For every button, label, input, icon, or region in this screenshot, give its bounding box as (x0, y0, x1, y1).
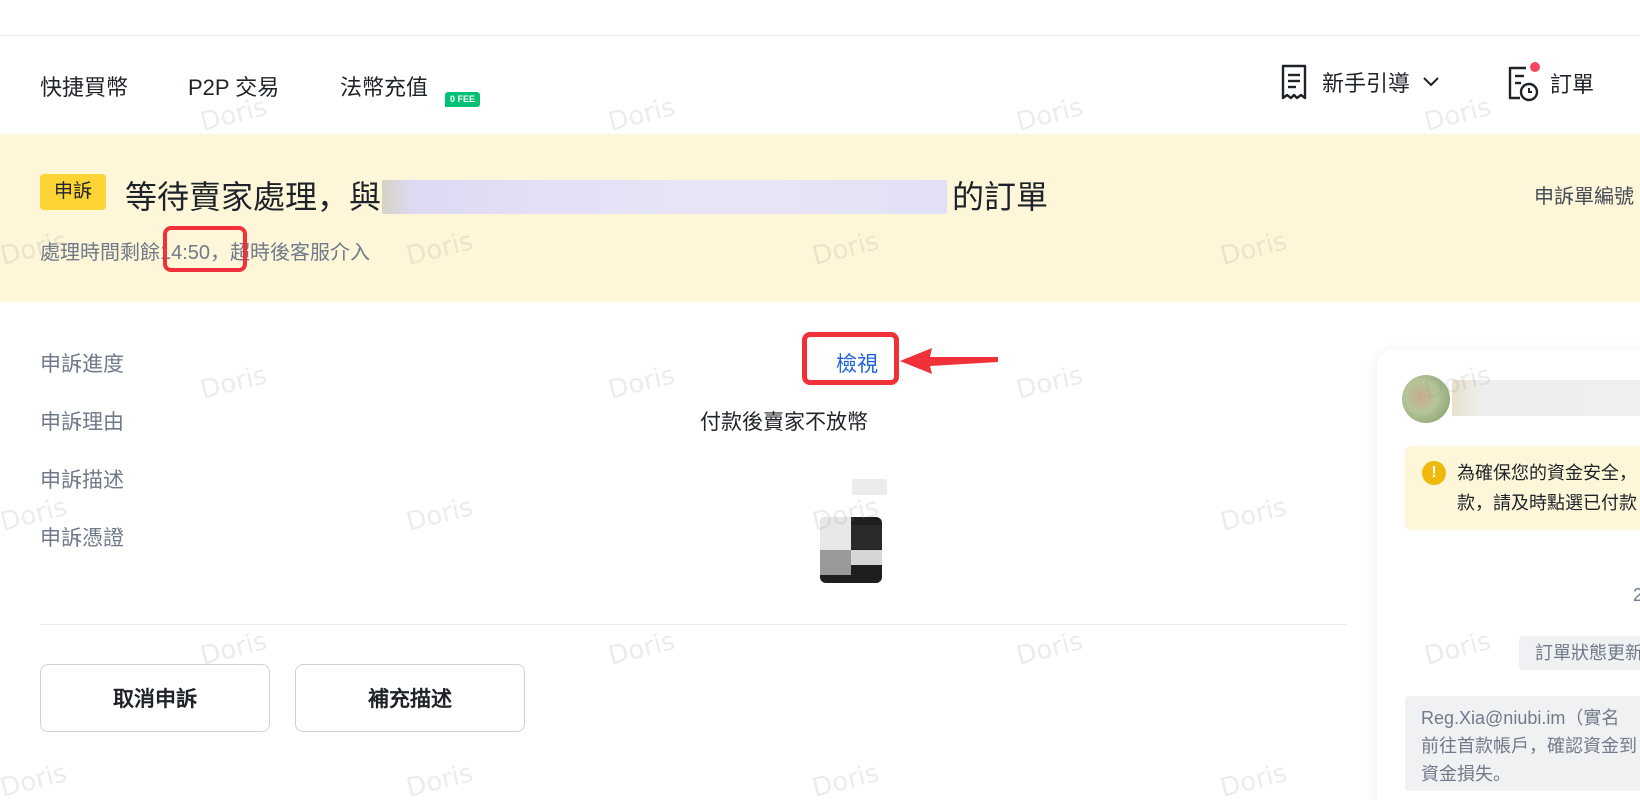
watermark: Doris (0, 758, 71, 800)
watermark: Doris (1217, 758, 1291, 800)
banner-title-suffix: 的訂單 (952, 179, 1049, 215)
timer-highlight-box (163, 226, 247, 272)
page: 快捷買幣 P2P 交易 法幣充值 0 FEE 新手引導 訂單 申訴 等待賣家處理… (0, 0, 1640, 800)
watermark: Doris (605, 626, 679, 672)
chat-panel: ! 為確保您的資金安全， 款，請及時點選已付款 2 訂單狀態更新 Reg.Xia… (1377, 350, 1640, 800)
watermark: Doris (197, 360, 271, 406)
guide-label: 新手引導 (1322, 71, 1411, 96)
reason-label: 申訴理由 (40, 411, 124, 434)
system-message: Reg.Xia@niubi.im（實名 前往首款帳戶，確認資金到 資金損失。 (1405, 696, 1640, 791)
nav-p2p[interactable]: P2P 交易 (188, 70, 279, 102)
watermark: Doris (605, 360, 679, 406)
watermark: Doris (1013, 360, 1087, 406)
orders-menu[interactable]: 訂單 (1506, 64, 1594, 102)
guide-menu[interactable]: 新手引導 (1280, 64, 1440, 100)
evidence-label: 申訴憑證 (40, 527, 124, 550)
chat-timestamp: 2 (1633, 585, 1640, 605)
avatar (1402, 375, 1450, 423)
supplement-description-button[interactable]: 補充描述 (295, 664, 525, 732)
redacted-description (852, 479, 887, 495)
progress-label: 申訴進度 (40, 353, 124, 376)
appeal-banner: 申訴 等待賣家處理，與 的訂單 申訴單編號 處理時間剩餘14:50，超時後客服介… (0, 134, 1640, 302)
banner-title-prefix: 等待賣家處理，與 (125, 179, 382, 215)
redacted-counterparty (382, 180, 947, 214)
appeal-tag: 申訴 (40, 174, 107, 210)
cancel-appeal-button[interactable]: 取消申訴 (40, 664, 270, 732)
view-highlight-box (802, 332, 899, 385)
watermark: Doris (809, 758, 883, 800)
nav-quick-buy[interactable]: 快捷買幣 (40, 70, 128, 102)
notification-dot (1530, 62, 1540, 72)
orders-label: 訂單 (1550, 72, 1595, 97)
nav-fiat-deposit[interactable]: 法幣充值 (340, 70, 428, 102)
reason-value: 付款後賣家不放幣 (700, 411, 868, 434)
fee-badge: 0 FEE (445, 92, 481, 107)
watermark: Doris (1217, 492, 1291, 538)
warning-text: 為確保您的資金安全， 款，請及時點選已付款 (1457, 463, 1637, 513)
watermark: Doris (1013, 626, 1087, 672)
order-status-update: 訂單狀態更新 (1519, 636, 1640, 670)
warning-icon: ! (1422, 461, 1446, 485)
top-nav: 快捷買幣 P2P 交易 法幣充值 0 FEE 新手引導 訂單 (0, 36, 1640, 134)
annotation-arrow (900, 348, 998, 374)
watermark: Doris (403, 492, 477, 538)
description-label: 申訴描述 (40, 469, 124, 492)
evidence-thumbnail[interactable] (820, 517, 882, 583)
receipt-icon (1281, 64, 1307, 100)
chevron-down-icon (1423, 77, 1439, 87)
top-strip (0, 0, 1640, 36)
countdown-prefix: 處理時間剩餘 (40, 242, 160, 264)
divider (40, 624, 1346, 625)
appeal-number-label: 申訴單編號 (1534, 186, 1634, 208)
redacted-chat-name (1452, 380, 1640, 416)
watermark: Doris (403, 758, 477, 800)
safety-warning: ! 為確保您的資金安全， 款，請及時點選已付款 (1405, 446, 1640, 530)
